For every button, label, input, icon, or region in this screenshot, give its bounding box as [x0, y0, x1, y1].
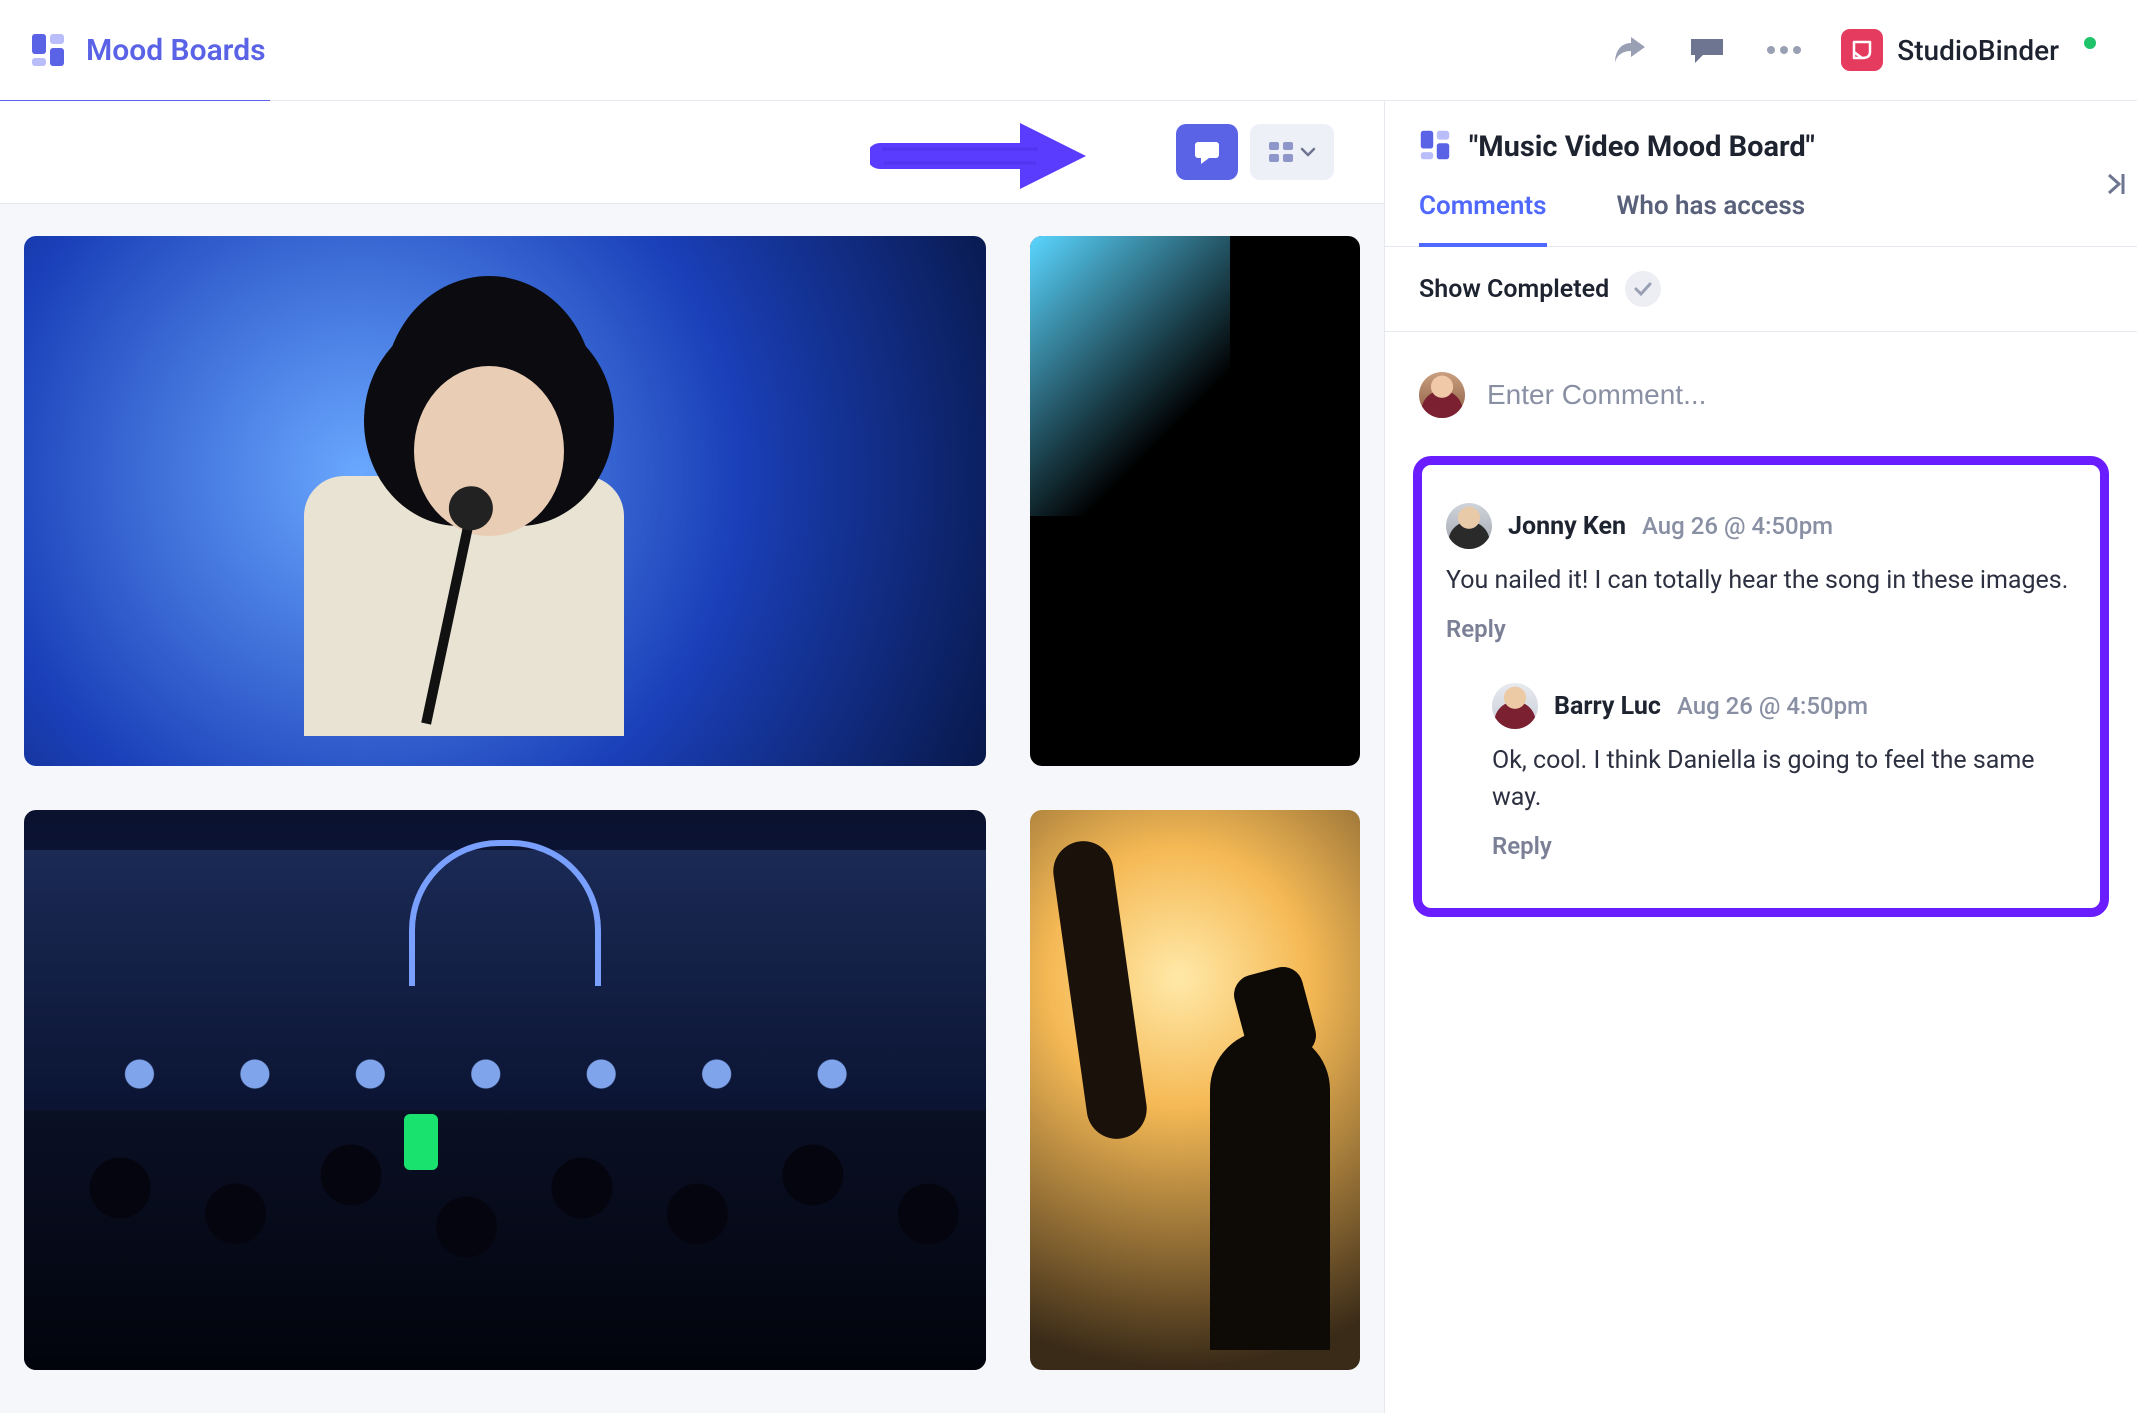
board-image-4[interactable] — [1030, 810, 1360, 1370]
comment-body: Ok, cool. I think Daniella is going to f… — [1492, 743, 2076, 816]
more-icon[interactable] — [1765, 45, 1803, 55]
tab-access[interactable]: Who has access — [1617, 191, 1806, 246]
page-title: Mood Boards — [86, 33, 266, 68]
chevron-down-icon — [1300, 147, 1316, 157]
layout-view-button[interactable] — [1250, 124, 1334, 180]
share-icon[interactable] — [1611, 33, 1649, 67]
comment-avatar — [1492, 683, 1538, 729]
comment-time: Aug 26 @ 4:50pm — [1677, 692, 1868, 720]
comment-input[interactable] — [1487, 379, 2103, 411]
board-area — [0, 101, 1385, 1413]
reply-button[interactable]: Reply — [1492, 832, 2076, 860]
annotation-arrow-icon — [870, 111, 1090, 201]
current-user-avatar — [1419, 372, 1465, 418]
show-completed-label: Show Completed — [1419, 275, 1609, 304]
presence-indicator-icon — [2081, 34, 2099, 52]
brand-name: StudioBinder — [1897, 34, 2059, 67]
comment-author: Barry Luc — [1554, 692, 1661, 721]
comment-avatar — [1446, 503, 1492, 549]
reply-button[interactable]: Reply — [1446, 615, 2076, 643]
show-completed-toggle[interactable] — [1625, 271, 1661, 307]
board-image-3[interactable] — [24, 810, 986, 1370]
present-icon[interactable] — [1687, 35, 1727, 65]
comment-author: Jonny Ken — [1508, 512, 1626, 541]
panel-title: "Music Video Mood Board" — [1469, 130, 1815, 164]
moodboard-logo-icon — [30, 32, 66, 68]
collapse-panel-icon[interactable] — [2103, 171, 2129, 201]
tab-comments[interactable]: Comments — [1419, 191, 1547, 247]
comment-item: Jonny Ken Aug 26 @ 4:50pm You nailed it!… — [1442, 493, 2080, 673]
comments-view-button[interactable] — [1176, 124, 1238, 180]
comments-panel: "Music Video Mood Board" Comments Who ha… — [1385, 101, 2137, 1413]
board-image-1[interactable] — [24, 236, 986, 766]
comments-highlight-box: Jonny Ken Aug 26 @ 4:50pm You nailed it!… — [1413, 456, 2109, 917]
comment-item: Barry Luc Aug 26 @ 4:50pm Ok, cool. I th… — [1442, 673, 2080, 890]
board-image-2[interactable] — [1030, 236, 1360, 766]
brand-badge-icon — [1841, 29, 1883, 71]
comment-body: You nailed it! I can totally hear the so… — [1446, 563, 2076, 599]
moodboard-mini-icon — [1419, 129, 1451, 165]
comment-time: Aug 26 @ 4:50pm — [1642, 512, 1833, 540]
